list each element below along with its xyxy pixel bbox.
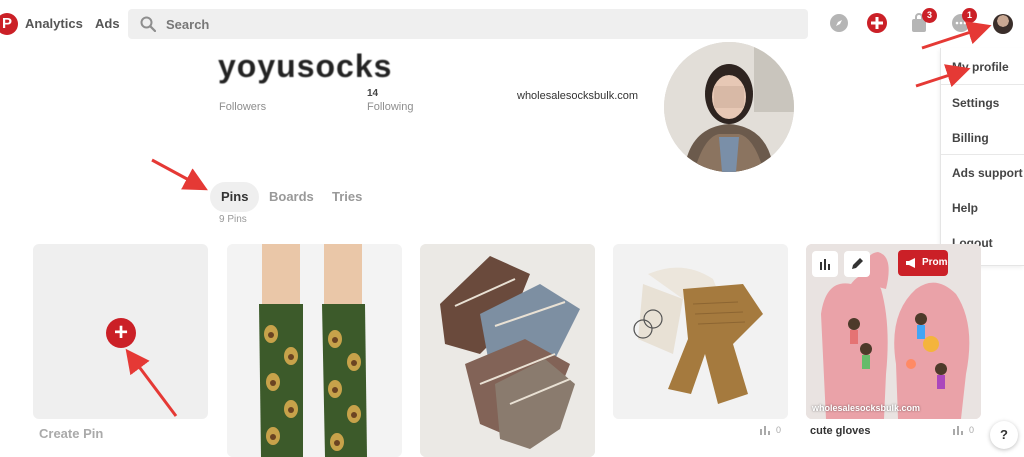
cart-badge: 3: [922, 8, 937, 23]
megaphone-icon: [906, 258, 915, 268]
create-pin-plus-icon[interactable]: +: [106, 318, 136, 348]
create-pin-card[interactable]: +: [33, 244, 208, 419]
pinterest-logo[interactable]: P: [0, 13, 18, 35]
bar-chart-icon: [820, 259, 830, 270]
create-pin-label[interactable]: Create Pin: [39, 426, 103, 441]
pin-save-count: 0: [969, 425, 975, 435]
menu-divider: [941, 84, 1024, 85]
analytics-link[interactable]: Analytics: [25, 16, 83, 31]
profile-photo: [664, 42, 794, 172]
messages-badge: 1: [962, 8, 977, 23]
profile-website-link[interactable]: wholesalesocksbulk.com: [517, 90, 638, 102]
pin-save-count: 0: [776, 425, 782, 435]
pin-card[interactable]: [420, 244, 595, 457]
analytics-bars-icon: [760, 426, 770, 435]
search-icon: [140, 16, 156, 32]
help-button[interactable]: ?: [990, 421, 1018, 449]
pencil-edit-icon: [852, 258, 863, 269]
profile-dropdown-menu: My profile Settings Billing Ads support …: [940, 48, 1024, 266]
promote-label: Promote: [922, 257, 948, 268]
pin-edit-button[interactable]: [844, 251, 870, 277]
followers-label[interactable]: Followers: [219, 101, 266, 113]
pins-count: 9 Pins: [219, 214, 247, 225]
my-profile-menu-item[interactable]: My profile: [952, 60, 1009, 74]
tab-pins[interactable]: Pins: [210, 182, 260, 212]
profile-avatar-button[interactable]: [993, 14, 1013, 34]
tab-boards[interactable]: Boards: [258, 182, 325, 212]
pin-image-knit-scarf: [613, 244, 788, 419]
compass-explore-icon[interactable]: [828, 12, 850, 34]
ads-link[interactable]: Ads: [95, 16, 120, 31]
following-count: 14: [367, 88, 379, 99]
pin-card[interactable]: [227, 244, 402, 457]
pin-image-avocado-socks: [227, 244, 402, 457]
top-navigation-bar: P Analytics Ads 3 1: [0, 0, 1024, 48]
arrow-to-pins-tab: [151, 158, 208, 191]
profile-username: yoyusocks: [218, 48, 393, 84]
profile-photo-image: [664, 42, 794, 172]
tab-tries[interactable]: Tries: [321, 182, 373, 212]
search-bar[interactable]: [128, 9, 808, 39]
search-input[interactable]: [166, 9, 786, 39]
pin-analytics-button[interactable]: [812, 251, 838, 277]
ads-support-menu-item[interactable]: Ads support: [952, 166, 1023, 180]
pin-title[interactable]: cute gloves: [810, 425, 871, 437]
pin-source-domain[interactable]: wholesalesocksbulk.com: [812, 403, 920, 413]
promote-pin-button[interactable]: Promote: [898, 250, 948, 276]
analytics-bars-icon: [953, 426, 963, 435]
help-menu-item[interactable]: Help: [952, 201, 978, 215]
menu-divider: [941, 154, 1024, 155]
settings-menu-item[interactable]: Settings: [952, 96, 999, 110]
billing-menu-item[interactable]: Billing: [952, 131, 989, 145]
add-pin-icon[interactable]: [866, 12, 888, 34]
pin-image-alpaca-socks: [420, 244, 595, 457]
pin-card[interactable]: [613, 244, 788, 419]
following-label[interactable]: Following: [367, 101, 413, 113]
